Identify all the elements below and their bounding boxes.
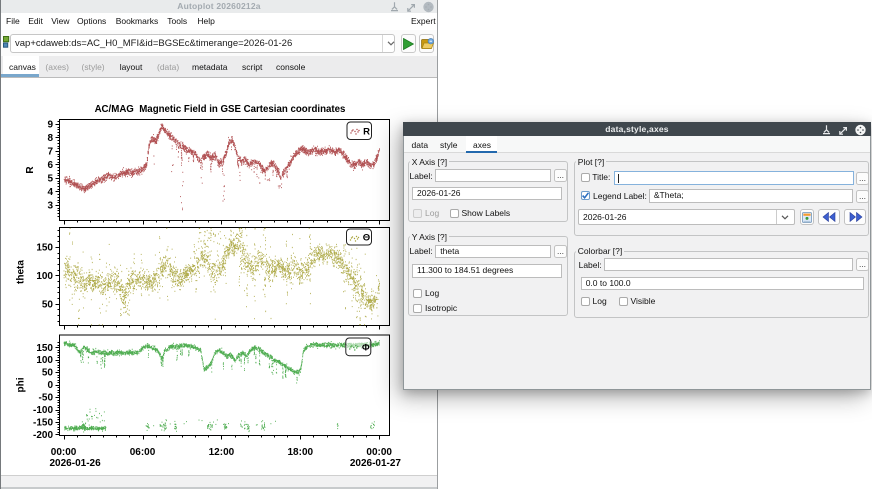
svg-text:100: 100: [36, 271, 53, 282]
svg-text:100: 100: [36, 355, 53, 366]
svg-text:theta: theta: [16, 260, 27, 284]
svg-text:50: 50: [42, 299, 54, 310]
svg-text:Φ: Φ: [362, 342, 370, 353]
svg-text:0: 0: [47, 380, 53, 391]
svg-text:-50: -50: [39, 393, 54, 404]
svg-text:18:00: 18:00: [288, 447, 314, 458]
svg-text:3: 3: [47, 201, 53, 212]
svg-text:5: 5: [47, 174, 53, 185]
svg-text:6: 6: [47, 160, 53, 171]
svg-text:-200: -200: [33, 430, 53, 441]
svg-text:12:00: 12:00: [209, 447, 235, 458]
svg-text:8: 8: [47, 133, 53, 144]
svg-text:Θ: Θ: [363, 233, 370, 244]
svg-text:R: R: [25, 166, 36, 174]
svg-text:phi: phi: [16, 377, 27, 392]
svg-text:7: 7: [47, 147, 53, 158]
svg-text:-150: -150: [33, 418, 53, 429]
svg-text:R: R: [363, 126, 370, 137]
svg-text:-100: -100: [33, 405, 53, 416]
svg-text:150: 150: [36, 343, 53, 354]
svg-text:06:00: 06:00: [130, 447, 156, 458]
svg-text:00:00: 00:00: [366, 447, 392, 458]
svg-text:9: 9: [47, 120, 53, 131]
svg-text:150: 150: [36, 243, 53, 254]
svg-text:2026-01-26: 2026-01-26: [50, 458, 102, 469]
svg-text:2026-01-27: 2026-01-27: [350, 458, 402, 469]
svg-text:00:00: 00:00: [51, 447, 77, 458]
svg-text:4: 4: [47, 187, 53, 198]
svg-text:50: 50: [42, 368, 54, 379]
svg-text:AC/MAG Magnetic Field in GSE: AC/MAG Magnetic Field in GSE Cartesian c…: [95, 104, 346, 115]
